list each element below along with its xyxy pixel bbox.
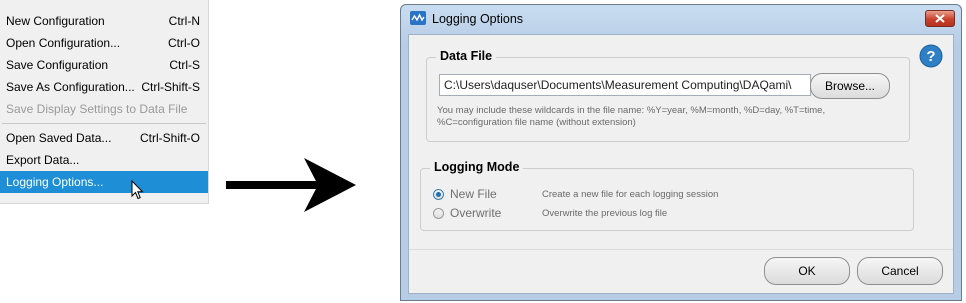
close-button[interactable] [925,10,955,27]
help-icon[interactable]: ? [919,44,943,68]
logging-mode-group: Logging Mode New File Create a new file … [420,160,914,231]
menu-item-export-data[interactable]: Export Data... [0,149,208,171]
menu-item-label: Open Configuration... [6,36,121,50]
menu-item-label: Logging Options... [6,175,104,189]
radio-option-new-file[interactable]: New File Create a new file for each logg… [433,186,718,202]
file-menu: New Configuration Ctrl-N Open Configurat… [0,0,209,204]
data-file-group: Data File [426,49,910,142]
menu-item-shortcut: Ctrl-Shift-S [141,80,200,94]
svg-text:?: ? [926,48,935,65]
footer-separator [409,249,953,250]
menu-item-shortcut: Ctrl-O [168,36,200,50]
app-logo-icon [410,11,426,25]
menu-item-save-as-configuration[interactable]: Save As Configuration... Ctrl-Shift-S [0,76,208,98]
logging-options-dialog: Logging Options ? Data File Browse... Yo… [400,4,962,301]
menu-item-label: Save Display Settings to Data File [6,102,188,116]
menu-item-label: Open Saved Data... [6,131,112,145]
new-file-radio[interactable] [433,188,444,200]
radio-description: Overwrite the previous log file [542,207,668,219]
menu-separator [2,123,206,124]
cancel-button-label: Cancel [881,264,919,278]
logging-mode-group-title: Logging Mode [430,160,524,174]
cancel-button[interactable]: Cancel [857,257,943,285]
ok-button-label: OK [798,264,816,278]
right-arrow-icon [226,158,356,212]
menu-item-label: Export Data... [6,153,80,167]
menu-item-open-configuration[interactable]: Open Configuration... Ctrl-O [0,32,208,54]
browse-button[interactable]: Browse... [810,73,890,99]
dialog-title: Logging Options [432,12,524,26]
radio-label: Overwrite [450,206,502,220]
menu-item-shortcut: Ctrl-Shift-O [140,131,200,145]
menu-item-label: Save As Configuration... [6,80,135,94]
overwrite-radio[interactable] [433,207,444,219]
cursor-arrow-icon [131,180,144,200]
menu-item-save-display-settings: Save Display Settings to Data File [0,98,208,120]
menu-item-shortcut: Ctrl-S [169,58,200,72]
radio-label: New File [450,187,497,201]
close-icon [935,14,945,23]
title-bar: Logging Options [401,5,961,33]
menu-item-logging-options[interactable]: Logging Options... [0,171,208,193]
radio-description: Create a new file for each logging sessi… [542,188,719,200]
ok-button[interactable]: OK [764,257,850,285]
wildcard-hint: You may include these wildcards in the f… [437,105,826,128]
menu-item-label: Save Configuration [6,58,109,72]
menu-item-label: New Configuration [6,14,105,28]
menu-item-save-configuration[interactable]: Save Configuration Ctrl-S [0,54,208,76]
browse-button-label: Browse... [824,79,875,93]
file-path-input[interactable] [439,74,811,96]
menu-item-new-configuration[interactable]: New Configuration Ctrl-N [0,10,208,32]
data-file-group-title: Data File [436,49,497,63]
dialog-body: ? Data File Browse... You may include th… [408,34,954,294]
menu-item-open-saved-data[interactable]: Open Saved Data... Ctrl-Shift-O [0,127,208,149]
radio-option-overwrite[interactable]: Overwrite Overwrite the previous log fil… [433,205,667,221]
menu-item-shortcut: Ctrl-N [168,14,200,28]
